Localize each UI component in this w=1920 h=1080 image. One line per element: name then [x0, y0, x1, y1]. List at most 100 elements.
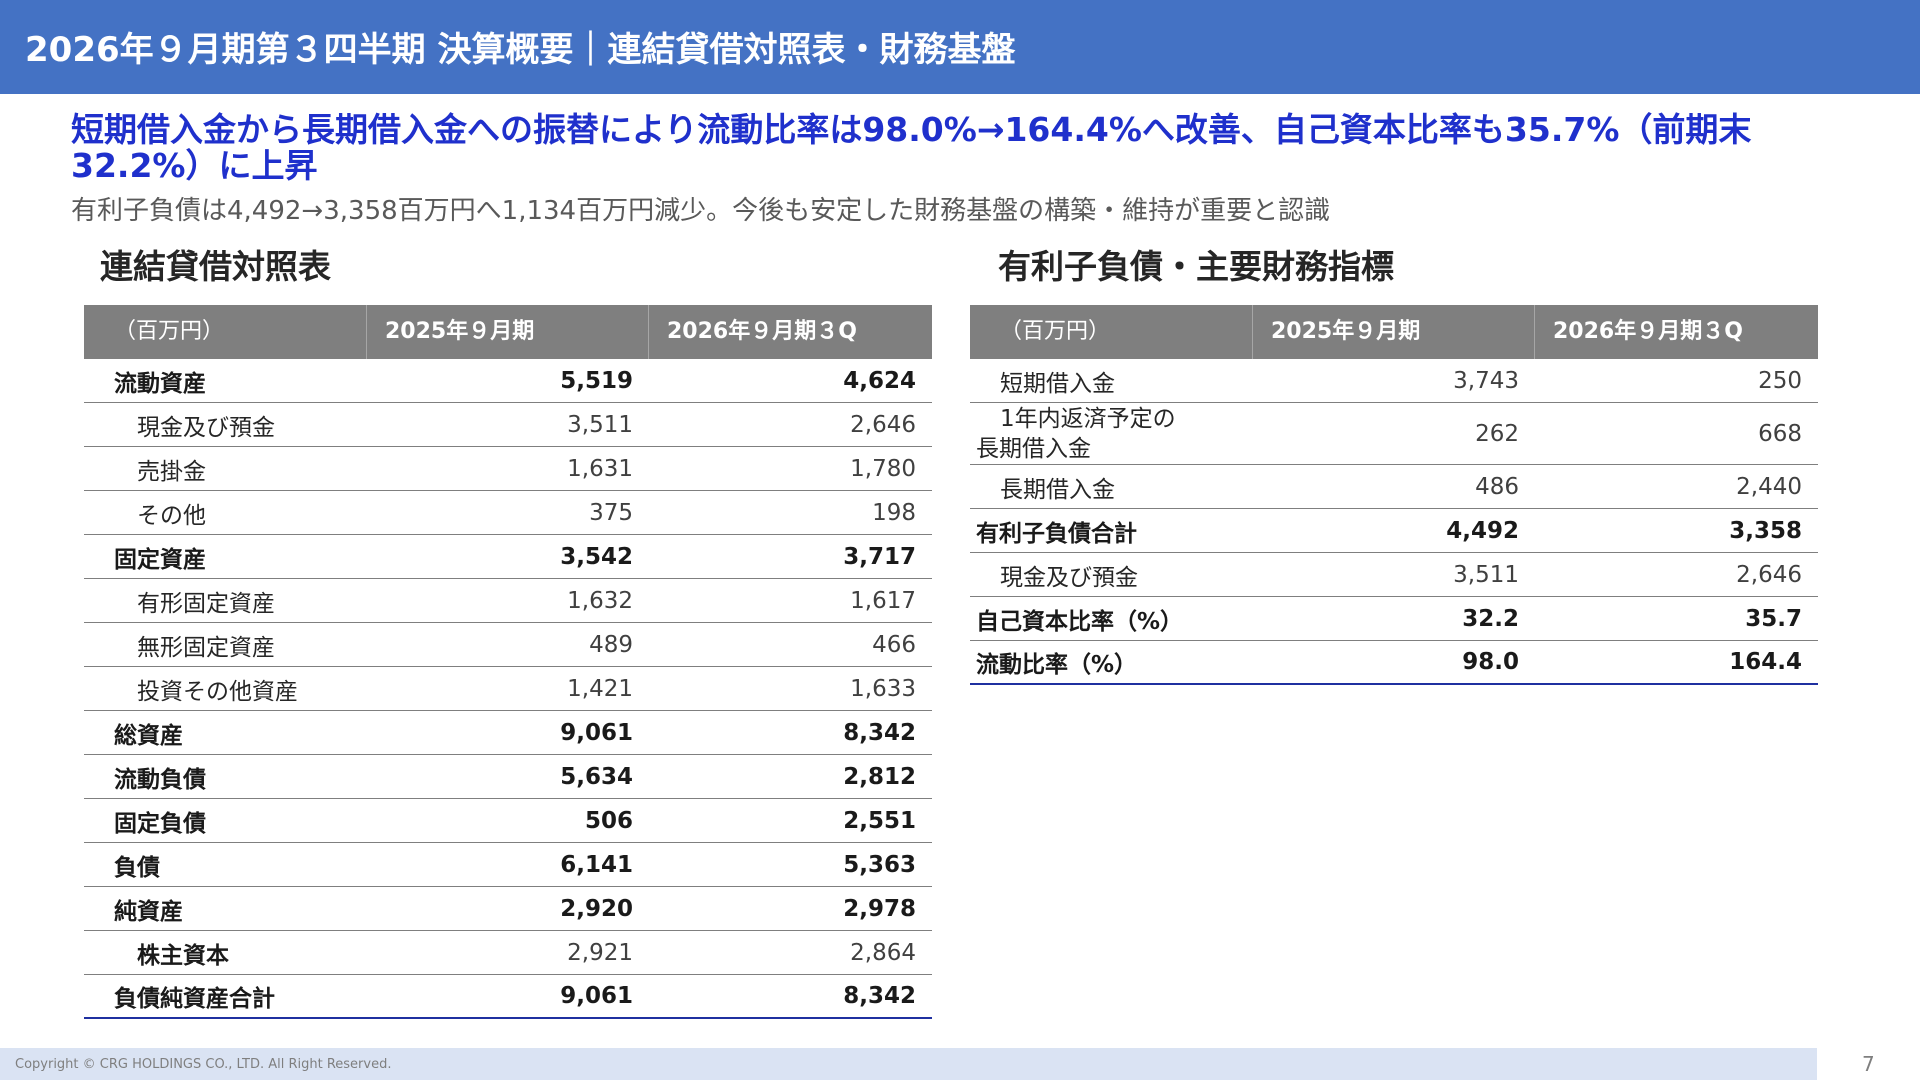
value-2026: 2,551 — [843, 807, 916, 834]
value-2025: 375 — [589, 499, 633, 526]
column-header-2026: 2026年９月期３Q — [1553, 319, 1743, 344]
row-label: 固定負債 — [114, 810, 206, 837]
row-label: 投資その他資産 — [137, 678, 298, 705]
row-label: 1年内返済予定の長期借入金 — [976, 405, 1176, 462]
column-header-unit: （百万円） — [84, 305, 367, 359]
row-label: 株主資本 — [137, 942, 229, 969]
column-header-unit: （百万円） — [970, 305, 1253, 359]
column-header-2025: 2025年９月期 — [1253, 305, 1535, 359]
value-2025: 3,743 — [1453, 367, 1519, 394]
value-2025: 6,141 — [560, 851, 633, 878]
debt-table: （百万円） 2025年９月期 2026年９月期３Q 短期借入金 3,743 25… — [970, 305, 1818, 685]
table-row: 有利子負債合計 4,492 3,358 — [970, 509, 1818, 553]
column-header-2026: 2026年９月期３Q — [667, 319, 857, 344]
value-2026: 250 — [1758, 367, 1802, 394]
value-2025: 2,920 — [560, 895, 633, 922]
value-2026: 668 — [1758, 420, 1802, 447]
slide-header: 2026年９月期第３四半期 決算概要｜連結貸借対照表・財務基盤 — [0, 0, 1920, 94]
value-2026: 2,864 — [850, 939, 916, 966]
row-label: 負債純資産合計 — [114, 986, 275, 1012]
table-row: その他 375 198 — [84, 491, 932, 535]
value-2026: 3,717 — [843, 543, 916, 570]
table-header: （百万円） 2025年９月期 2026年９月期３Q — [970, 305, 1818, 359]
value-2026: 2,646 — [1736, 561, 1802, 588]
row-label: 自己資本比率（%） — [976, 608, 1184, 635]
value-2026: 35.7 — [1745, 605, 1802, 632]
value-2025: 9,061 — [560, 719, 633, 746]
row-label: 総資産 — [114, 722, 183, 749]
value-2025: 9,061 — [560, 983, 633, 1009]
table-row: 投資その他資産 1,421 1,633 — [84, 667, 932, 711]
table-row: 流動負債 5,634 2,812 — [84, 755, 932, 799]
row-label: 無形固定資産 — [137, 634, 275, 661]
value-2025: 5,634 — [560, 763, 633, 790]
balance-sheet-title: 連結貸借対照表 — [100, 247, 331, 286]
row-label: 流動比率（%） — [976, 652, 1138, 678]
value-2026: 466 — [872, 631, 916, 658]
value-2025: 1,631 — [567, 455, 633, 482]
value-2025: 489 — [589, 631, 633, 658]
value-2026: 2,812 — [843, 763, 916, 790]
debt-table-title: 有利子負債・主要財務指標 — [998, 247, 1394, 286]
table-row: 長期借入金 486 2,440 — [970, 465, 1818, 509]
value-2025: 5,519 — [560, 367, 633, 394]
value-2026: 2,646 — [850, 411, 916, 438]
value-2025: 486 — [1475, 473, 1519, 500]
row-label: 固定資産 — [114, 546, 206, 573]
row-label: 現金及び預金 — [1000, 564, 1138, 591]
column-header-2025: 2025年９月期 — [367, 305, 649, 359]
value-2025: 3,511 — [567, 411, 633, 438]
table-row: 純資産 2,920 2,978 — [84, 887, 932, 931]
table-row: 現金及び預金 3,511 2,646 — [84, 403, 932, 447]
row-label: 長期借入金 — [1000, 476, 1115, 503]
table-row: 固定負債 506 2,551 — [84, 799, 932, 843]
table-row: 無形固定資産 489 466 — [84, 623, 932, 667]
table-row: 自己資本比率（%） 32.2 35.7 — [970, 597, 1818, 641]
value-2026: 8,342 — [843, 719, 916, 746]
value-2026: 1,617 — [850, 587, 916, 614]
value-2025: 32.2 — [1462, 605, 1519, 632]
copyright-notice: Copyright © CRG HOLDINGS CO., LTD. All R… — [15, 1057, 392, 1072]
value-2025: 2,921 — [567, 939, 633, 966]
value-2026: 2,440 — [1736, 473, 1802, 500]
value-2025: 3,511 — [1453, 561, 1519, 588]
value-2026: 8,342 — [843, 983, 916, 1009]
value-2025: 4,492 — [1446, 517, 1519, 544]
value-2026: 5,363 — [843, 851, 916, 878]
page-number: 7 — [1862, 1052, 1875, 1076]
row-label: 売掛金 — [137, 458, 206, 485]
balance-sheet-table: （百万円） 2025年９月期 2026年９月期３Q 流動資産 5,519 4,6… — [84, 305, 932, 1019]
value-2026: 1,633 — [850, 675, 916, 702]
value-2025: 98.0 — [1462, 649, 1519, 675]
value-2026: 2,978 — [843, 895, 916, 922]
table-row: 株主資本 2,921 2,864 — [84, 931, 932, 975]
row-label: 流動資産 — [114, 370, 206, 397]
row-label: 短期借入金 — [1000, 370, 1115, 397]
row-label: その他 — [137, 502, 206, 529]
value-2026: 198 — [872, 499, 916, 526]
value-2025: 506 — [584, 807, 633, 834]
table-row: 負債 6,141 5,363 — [84, 843, 932, 887]
table-row: 固定資産 3,542 3,717 — [84, 535, 932, 579]
table-row: 負債純資産合計 9,061 8,342 — [84, 975, 932, 1019]
value-2025: 3,542 — [560, 543, 633, 570]
table-row: 売掛金 1,631 1,780 — [84, 447, 932, 491]
table-row: 流動比率（%） 98.0 164.4 — [970, 641, 1818, 685]
table-row: 総資産 9,061 8,342 — [84, 711, 932, 755]
value-2026: 3,358 — [1729, 517, 1802, 544]
value-2025: 262 — [1475, 420, 1519, 447]
row-label: 有形固定資産 — [137, 590, 275, 617]
table-header: （百万円） 2025年９月期 2026年９月期３Q — [84, 305, 932, 359]
row-label: 有利子負債合計 — [976, 520, 1137, 547]
table-row: 1年内返済予定の長期借入金 262 668 — [970, 403, 1818, 465]
table-row: 有形固定資産 1,632 1,617 — [84, 579, 932, 623]
value-2026: 1,780 — [850, 455, 916, 482]
row-label: 流動負債 — [114, 766, 206, 793]
slide-title: 2026年９月期第３四半期 決算概要｜連結貸借対照表・財務基盤 — [25, 30, 1016, 70]
sub-message: 有利子負債は4,492→3,358百万円へ1,134百万円減少。今後も安定した財… — [71, 196, 1331, 226]
row-label: 純資産 — [114, 898, 183, 925]
value-2026: 164.4 — [1729, 649, 1802, 675]
row-label: 現金及び預金 — [137, 414, 275, 441]
table-row: 流動資産 5,519 4,624 — [84, 359, 932, 403]
table-row: 短期借入金 3,743 250 — [970, 359, 1818, 403]
